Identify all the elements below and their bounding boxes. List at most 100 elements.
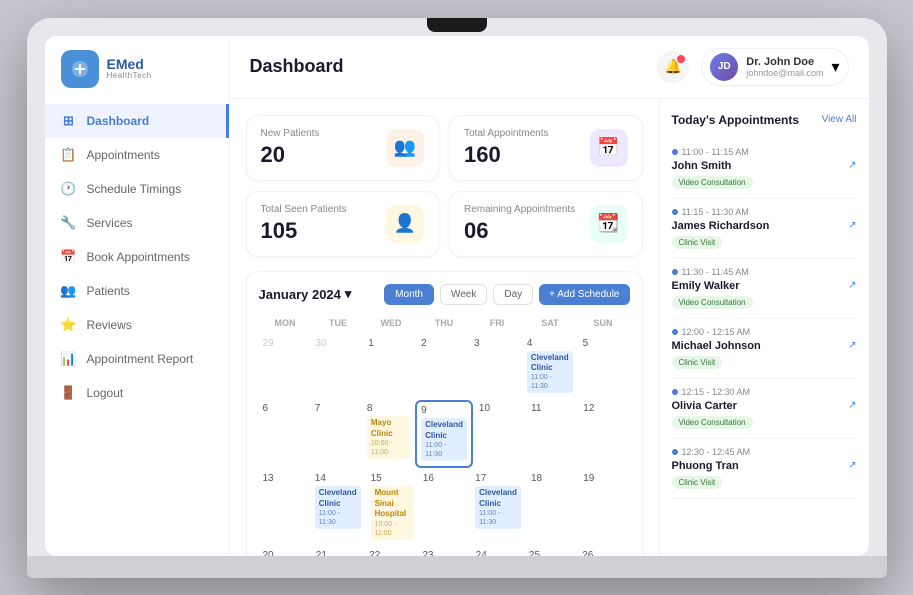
appointment-name-row: Olivia Carter ↗ <box>672 400 857 412</box>
appointment-item[interactable]: 11:15 - 11:30 AM James Richardson ↗ Clin… <box>672 199 857 259</box>
time-dot-icon <box>672 329 678 335</box>
calendar-cell[interactable]: 25 <box>525 547 576 556</box>
user-profile[interactable]: JD Dr. John Doe johndoe@mail.com ▾ <box>701 48 848 86</box>
appointment-item[interactable]: 12:15 - 12:30 AM Olivia Carter ↗ Video C… <box>672 379 857 439</box>
calendar-cell[interactable]: 4 Cleveland Clinic 11:00 - 11:30 <box>523 335 577 399</box>
calendar-day-number: 20 <box>263 550 306 556</box>
appointments-panel-title: Today's Appointments <box>672 113 800 127</box>
calendar-cell[interactable]: 8 Mayo Clinic 10:00 - 11:00 <box>363 400 413 468</box>
appointment-name-row: Michael Johnson ↗ <box>672 340 857 352</box>
calendar-cell[interactable]: 21 <box>312 547 363 556</box>
sidebar-item-services[interactable]: 🔧 Services <box>45 206 229 240</box>
nav-menu: ⊞ Dashboard 📋 Appointments 🕐 Schedule Ti… <box>45 104 229 410</box>
stat-label: Total Appointments <box>464 128 549 139</box>
calendar-day-number: 21 <box>316 550 359 556</box>
calendar-cell[interactable]: 17 Cleveland Clinic 11:00 - 11:30 <box>471 470 525 544</box>
sidebar-item-schedule-timings[interactable]: 🕐 Schedule Timings <box>45 172 229 206</box>
calendar-day-number: 11 <box>531 403 573 414</box>
stat-card-total-seen-patients: Total Seen Patients 105 👤 <box>246 191 440 257</box>
add-schedule-button[interactable]: + Add Schedule <box>539 284 629 305</box>
calendar-cell[interactable]: 6 <box>259 400 309 468</box>
avatar: JD <box>710 53 738 81</box>
appointment-item[interactable]: 11:30 - 11:45 AM Emily Walker ↗ Video Co… <box>672 259 857 319</box>
appointment-item[interactable]: 11:00 - 11:15 AM John Smith ↗ Video Cons… <box>672 139 857 199</box>
view-month-button[interactable]: Month <box>384 284 434 305</box>
sidebar-item-label: Services <box>87 216 133 230</box>
calendar-day-number: 13 <box>263 473 305 484</box>
calendar-event[interactable]: Cleveland Clinic 11:00 - 11:30 <box>315 486 361 529</box>
time-dot-icon <box>672 269 678 275</box>
calendar-cell[interactable]: 13 <box>259 470 309 544</box>
calendar-cell[interactable]: 10 <box>475 400 525 468</box>
calendar-cell[interactable]: 24 Mayo Clinic 11:00 - 11:30 <box>472 547 523 556</box>
sidebar-item-label: Schedule Timings <box>87 182 182 196</box>
sidebar-item-logout[interactable]: 🚪 Logout <box>45 376 229 410</box>
calendar-event[interactable]: Mayo Clinic 10:00 - 11:00 <box>367 416 409 459</box>
notification-button[interactable]: 🔔 <box>657 51 689 83</box>
calendar-cell[interactable]: 23 <box>418 547 469 556</box>
appointment-time: 12:30 - 12:45 AM <box>672 447 857 457</box>
logo-text: EMed HealthTech <box>107 57 152 80</box>
view-week-button[interactable]: Week <box>440 284 487 305</box>
calendar-cell[interactable]: 19 <box>579 470 629 544</box>
appointment-patient-name: James Richardson <box>672 220 770 232</box>
calendar-day-number: 19 <box>583 473 625 484</box>
sidebar-item-book-appointments[interactable]: 📅 Book Appointments <box>45 240 229 274</box>
calendar-event[interactable]: Mount Sinai Hospital 10:00 - 11:00 <box>371 486 413 539</box>
calendar-cell[interactable]: 14 Cleveland Clinic 11:00 - 11:30 <box>311 470 365 544</box>
calendar-cell[interactable]: 11 <box>527 400 577 468</box>
sidebar-item-appointments[interactable]: 📋 Appointments <box>45 138 229 172</box>
stat-icon: 👤 <box>386 205 424 243</box>
appointment-time: 12:15 - 12:30 AM <box>672 387 857 397</box>
calendar-cell[interactable]: 12 <box>579 400 629 468</box>
calendar-cell[interactable]: 29 <box>259 335 310 399</box>
view-all-link[interactable]: View All <box>822 114 857 125</box>
appointment-badge: Clinic Visit <box>672 476 723 489</box>
stat-card-total-appointments: Total Appointments 160 📅 <box>449 115 643 181</box>
calendar-cell[interactable]: 18 <box>527 470 577 544</box>
brand-name: EMed <box>107 57 152 71</box>
calendar-event[interactable]: Cleveland Clinic 11:00 - 11:30 <box>527 351 573 394</box>
calendar-cell[interactable]: 5 <box>579 335 630 399</box>
header: Dashboard 🔔 JD Dr. John Doe johndoe@mail… <box>230 36 869 99</box>
arrow-icon: ↗ <box>848 400 856 411</box>
appointment-item[interactable]: 12:30 - 12:45 AM Phuong Tran ↗ Clinic Vi… <box>672 439 857 499</box>
arrow-icon: ↗ <box>848 340 856 351</box>
calendar-cell[interactable]: 2 <box>417 335 468 399</box>
calendar-cell[interactable]: 7 <box>311 400 361 468</box>
calendar-event[interactable]: Cleveland Clinic 11:00 - 11:30 <box>475 486 521 529</box>
sidebar-item-reviews[interactable]: ⭐ Reviews <box>45 308 229 342</box>
calendar-cell[interactable]: 15 Mount Sinai Hospital 10:00 - 11:00 <box>367 470 417 544</box>
calendar-day-header-sat: SAT <box>524 315 577 331</box>
sidebar-item-label: Patients <box>87 284 130 298</box>
book-appointments-icon: 📅 <box>61 249 77 265</box>
calendar-cell[interactable]: 20 <box>259 547 310 556</box>
calendar-cell[interactable]: 16 <box>419 470 469 544</box>
view-day-button[interactable]: Day <box>493 284 533 305</box>
calendar-cell[interactable]: 30 <box>311 335 362 399</box>
calendar-day-header-fri: FRI <box>471 315 524 331</box>
sidebar-item-dashboard[interactable]: ⊞ Dashboard <box>45 104 229 138</box>
stat-info: Total Seen Patients 105 <box>261 204 347 244</box>
calendar-week: 29301234 Cleveland Clinic 11:00 - 11:30 … <box>259 335 630 399</box>
calendar-event[interactable]: Cleveland Clinic 11:00 - 11:30 <box>421 418 467 461</box>
appointment-item[interactable]: 12:00 - 12:15 AM Michael Johnson ↗ Clini… <box>672 319 857 379</box>
stat-card-remaining-appointments: Remaining Appointments 06 📆 <box>449 191 643 257</box>
calendar-day-number: 6 <box>263 403 305 414</box>
appointment-badge: Video Consultation <box>672 296 753 309</box>
calendar-cell[interactable]: 9 Cleveland Clinic 11:00 - 11:30 <box>415 400 473 468</box>
calendar-month-selector[interactable]: January 2024 ▾ <box>259 286 352 302</box>
appointment-patient-name: Olivia Carter <box>672 400 737 412</box>
time-dot-icon <box>672 209 678 215</box>
sidebar-item-patients[interactable]: 👥 Patients <box>45 274 229 308</box>
time-dot-icon <box>672 389 678 395</box>
sidebar-item-label: Book Appointments <box>87 250 190 264</box>
content: New Patients 20 👥 Total Appointments 160… <box>230 99 869 556</box>
calendar-cell[interactable]: 26 <box>578 547 629 556</box>
sidebar-item-label: Logout <box>87 386 124 400</box>
sidebar-item-label: Appointments <box>87 148 160 162</box>
calendar-cell[interactable]: 22 Stanford Health Care 10:00 - 11:00 <box>365 547 416 556</box>
calendar-cell[interactable]: 3 <box>470 335 521 399</box>
calendar-cell[interactable]: 1 <box>364 335 415 399</box>
sidebar-item-appointment-report[interactable]: 📊 Appointment Report <box>45 342 229 376</box>
